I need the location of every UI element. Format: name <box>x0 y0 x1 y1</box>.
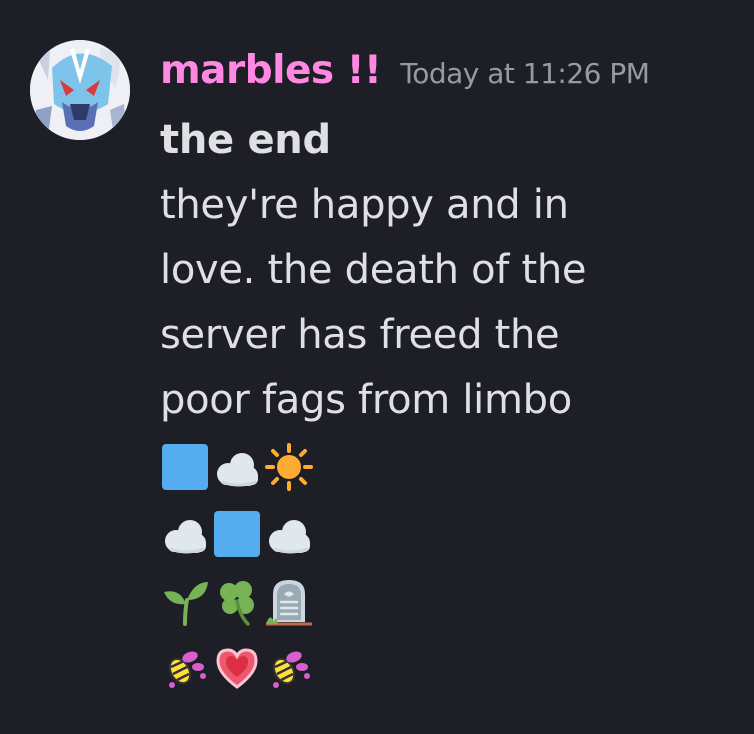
message-header: marbles !! Today at 11:26 PM <box>160 48 650 98</box>
blue-square-icon[interactable] <box>212 509 262 559</box>
message-line: poor fags from limbo <box>160 377 572 423</box>
emoji-row <box>160 634 680 701</box>
username[interactable]: marbles !! <box>160 48 382 93</box>
fly-icon[interactable] <box>160 643 210 693</box>
emoji-row <box>160 567 680 634</box>
sun-icon[interactable] <box>264 442 314 492</box>
timestamp[interactable]: Today at 11:26 PM <box>400 57 650 90</box>
shamrock-icon[interactable] <box>212 576 262 626</box>
cloud-icon[interactable] <box>212 442 262 492</box>
emoji-row <box>160 433 680 500</box>
avatar[interactable] <box>30 40 130 140</box>
message-line: love. the death of the <box>160 247 587 293</box>
message-content: the end they're happy and in love. the d… <box>160 108 680 701</box>
message-line: server has freed the <box>160 312 560 358</box>
headstone-icon[interactable] <box>264 576 314 626</box>
message-line: they're happy and in <box>160 182 569 228</box>
cloud-icon[interactable] <box>160 509 210 559</box>
blue-square-icon[interactable] <box>160 442 210 492</box>
emoji-grid <box>160 433 680 701</box>
message-line: the end <box>160 117 331 163</box>
heart-icon[interactable] <box>212 643 262 693</box>
fly-icon[interactable] <box>264 643 314 693</box>
emoji-row <box>160 500 680 567</box>
seedling-icon[interactable] <box>160 576 210 626</box>
cloud-icon[interactable] <box>264 509 314 559</box>
chat-message: marbles !! Today at 11:26 PM the end the… <box>0 0 754 734</box>
